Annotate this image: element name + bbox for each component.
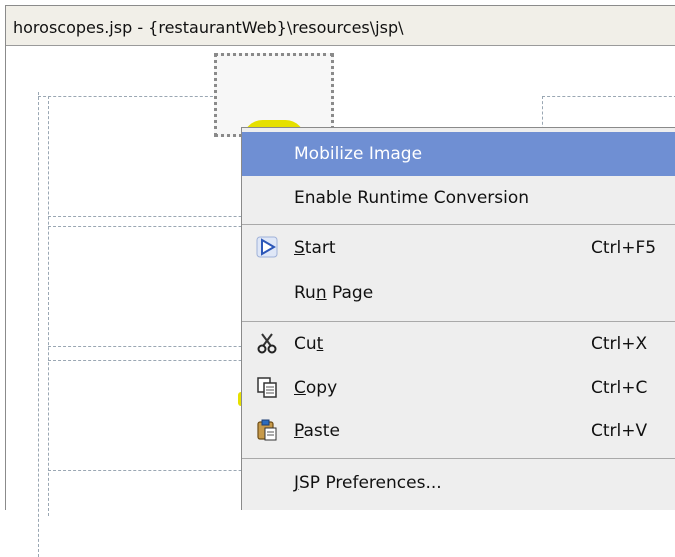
menu-item-label: Cut (294, 334, 324, 354)
context-menu: Mobilize Image Enable Runtime Conversion… (241, 127, 675, 510)
menu-item-shortcut: Ctrl+X (591, 334, 648, 354)
menu-item-copy[interactable]: Copy Ctrl+C (242, 366, 675, 410)
menu-separator (242, 458, 675, 459)
menu-item-label: Start (294, 238, 336, 258)
menu-item-label: Paste (294, 421, 340, 441)
run-triangle-icon (256, 236, 278, 258)
menu-item-shortcut: Ctrl+F5 (591, 238, 657, 258)
scissors-icon (256, 332, 278, 354)
layout-guide (38, 92, 39, 557)
menu-item-label: Run Page (294, 283, 374, 303)
menu-item-shortcut: Ctrl+C (591, 378, 648, 398)
layout-guide (38, 96, 218, 97)
menu-item-enable-runtime-conversion[interactable]: Enable Runtime Conversion (242, 176, 675, 220)
file-path-title: horoscopes.jsp - {restaurantWeb}\resourc… (13, 18, 404, 37)
menu-item-mobilize-image[interactable]: Mobilize Image (242, 132, 675, 176)
layout-guide (542, 96, 675, 97)
editor-tab-titlebar[interactable]: horoscopes.jsp - {restaurantWeb}\resourc… (6, 6, 675, 46)
menu-separator (242, 224, 675, 225)
copy-icon (256, 376, 278, 398)
menu-item-paste[interactable]: Paste Ctrl+V (242, 409, 675, 453)
menu-item-shortcut: Ctrl+V (591, 421, 648, 441)
layout-guide (48, 96, 49, 516)
menu-item-jsp-preferences[interactable]: JSP Preferences... (242, 461, 675, 505)
menu-item-cut[interactable]: Cut Ctrl+X (242, 322, 675, 366)
menu-item-start[interactable]: Start Ctrl+F5 (242, 226, 675, 270)
menu-item-label: JSP Preferences... (294, 473, 442, 493)
menu-item-label: Mobilize Image (294, 144, 423, 164)
menu-item-run-page[interactable]: Run Page (242, 271, 675, 315)
clipboard-icon (256, 419, 278, 441)
menu-item-label: Copy (294, 378, 338, 398)
menu-item-label: Enable Runtime Conversion (294, 188, 530, 208)
